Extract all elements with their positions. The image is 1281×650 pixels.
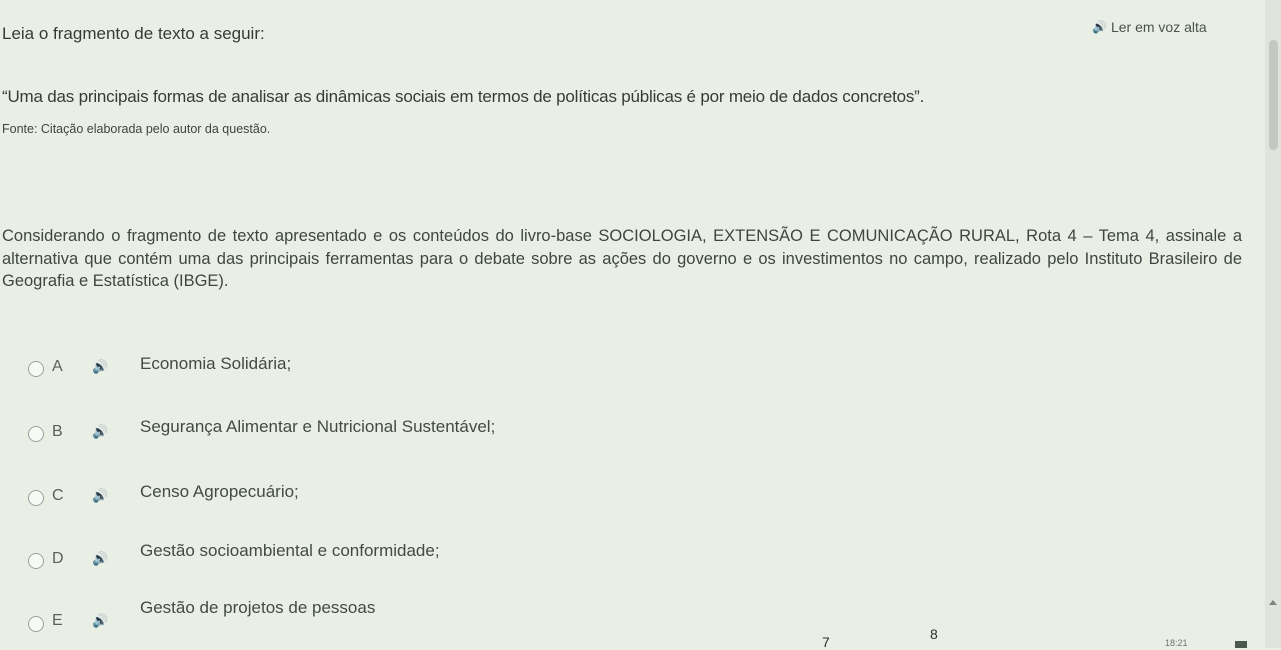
option-letter-c: C bbox=[52, 487, 64, 504]
option-b[interactable] bbox=[28, 420, 44, 448]
read-aloud-label: Ler em voz alta bbox=[1110, 19, 1207, 35]
radio-icon[interactable] bbox=[28, 616, 44, 632]
option-d[interactable] bbox=[28, 547, 44, 575]
clock: 18:21 bbox=[1165, 638, 1188, 648]
radio-icon[interactable] bbox=[28, 490, 44, 506]
option-text-d[interactable]: Gestão socioambiental e conformidade; bbox=[140, 541, 440, 561]
option-c[interactable] bbox=[28, 484, 44, 512]
scroll-arrow-icon[interactable] bbox=[1269, 600, 1277, 605]
radio-icon[interactable] bbox=[28, 361, 44, 377]
option-e[interactable] bbox=[28, 610, 44, 638]
radio-icon[interactable] bbox=[28, 426, 44, 442]
scrollbar[interactable] bbox=[1265, 0, 1281, 648]
option-letter-b: B bbox=[52, 423, 63, 440]
option-letter-e: E bbox=[52, 612, 63, 629]
speaker-icon[interactable]: 🔊 bbox=[92, 359, 108, 375]
source-text: Fonte: Citação elaborada pelo autor da q… bbox=[2, 122, 271, 136]
corner-indicator bbox=[1235, 641, 1247, 648]
read-aloud-button[interactable]: 🔊 Ler em voz alta bbox=[1092, 19, 1207, 35]
option-letter-a: A bbox=[52, 358, 63, 375]
speaker-icon: 🔊 bbox=[1092, 20, 1107, 34]
option-letter-d: D bbox=[52, 550, 64, 567]
page-current[interactable]: 8 bbox=[930, 626, 938, 642]
speaker-icon[interactable]: 🔊 bbox=[92, 551, 108, 567]
question-text: Considerando o fragmento de texto aprese… bbox=[2, 227, 1242, 290]
radio-icon[interactable] bbox=[28, 553, 44, 569]
option-text-a[interactable]: Economia Solidária; bbox=[140, 354, 291, 374]
option-text-b[interactable]: Segurança Alimentar e Nutricional Susten… bbox=[140, 417, 495, 437]
speaker-icon[interactable]: 🔊 bbox=[92, 424, 108, 440]
speaker-icon[interactable]: 🔊 bbox=[92, 613, 108, 629]
option-text-c[interactable]: Censo Agropecuário; bbox=[140, 482, 299, 502]
speaker-icon[interactable]: 🔊 bbox=[92, 488, 108, 504]
option-text-e[interactable]: Gestão de projetos de pessoas bbox=[140, 598, 375, 618]
intro-text: Leia o fragmento de texto a seguir: bbox=[2, 24, 265, 43]
scrollbar-thumb[interactable] bbox=[1269, 40, 1278, 150]
quote-text: “Uma das principais formas de analisar a… bbox=[2, 87, 925, 106]
option-a[interactable] bbox=[28, 355, 44, 383]
